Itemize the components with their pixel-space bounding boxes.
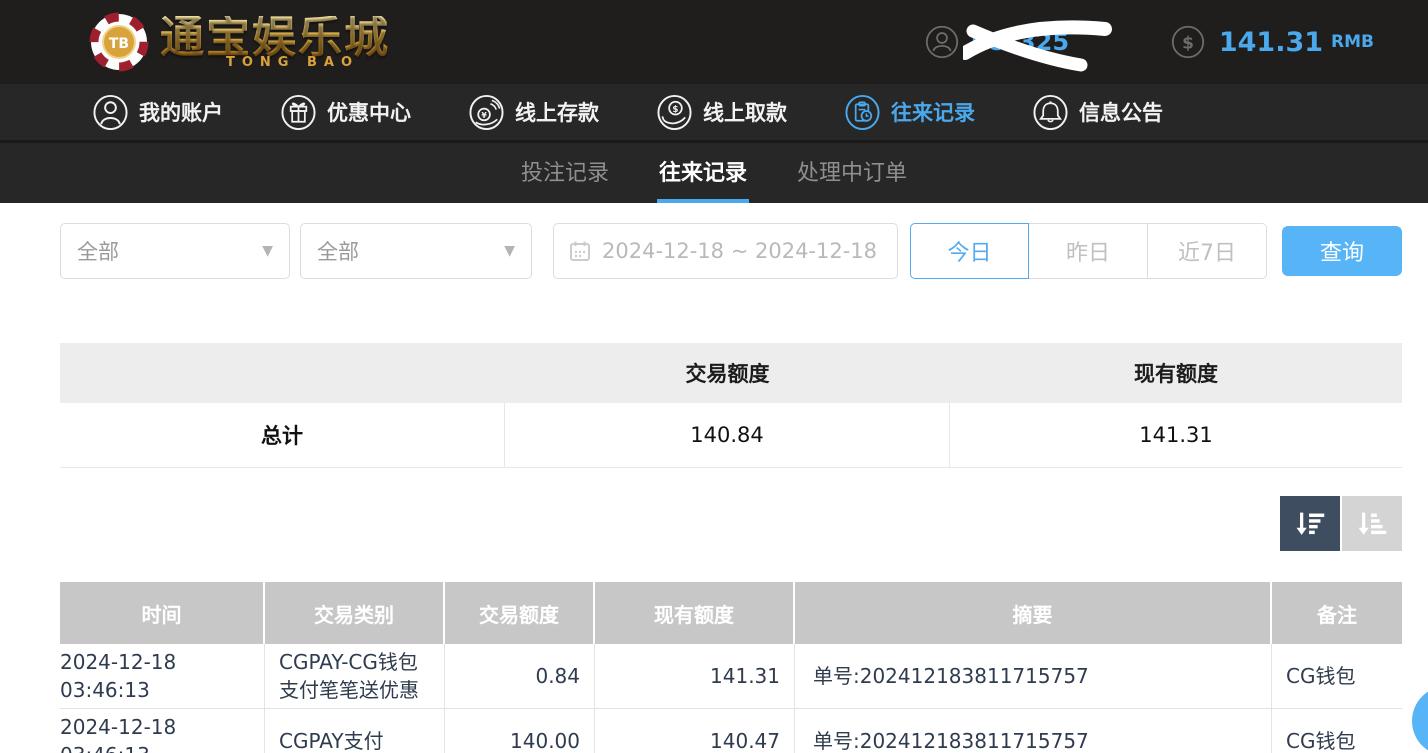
cell-summary: 单号:202412183811715757 [795,644,1272,708]
summary-header-empty [60,343,505,403]
quick-date-group: 今日 昨日 近7日 [910,223,1267,279]
tab-betting-records[interactable]: 投注记录 [519,143,611,203]
cell-category: CGPAY-CG钱包支付笔笔送优惠 [265,644,445,708]
quick-btn-today[interactable]: 今日 [910,223,1029,279]
transactions-table: 时间 交易类别 交易额度 现有额度 摘要 备注 2024-12-18 03:46… [60,582,1402,753]
nav-item-my-account[interactable]: 我的账户 [92,94,223,131]
user-avatar-icon [925,25,959,59]
nav-item-announcements[interactable]: 信息公告 [1032,94,1163,131]
chevron-down-icon: ▼ [504,243,515,259]
query-button[interactable]: 查询 [1282,226,1402,276]
brand-subtitle: TONG BAO [226,56,390,69]
cell-time: 2024-12-18 03:46:13 [60,709,265,753]
summary-total-label: 总计 [60,403,505,467]
sort-ascending-icon [1353,505,1391,543]
cell-current-amount: 140.47 [595,709,795,753]
type-select-value: 全部 [77,236,119,266]
nav-item-withdraw[interactable]: $ 线上取款 [656,94,787,131]
type-select[interactable]: 全部 ▼ [60,223,290,279]
withdraw-icon: $ [656,94,693,131]
table-row: 2024-12-18 03:46:13 CGPAY支付 140.00 140.4… [60,709,1402,753]
customer-service-button[interactable] [1412,686,1428,753]
summary-current-total: 141.31 [950,403,1402,467]
balance-display[interactable]: $ 141.31 RMB [1171,25,1374,59]
top-header: TB 通宝娱乐城 TONG BAO bc7325 $ 141.31 [0,0,1428,84]
summary-total-row: 总计 140.84 141.31 [60,403,1402,468]
summary-header-row: 交易额度 现有额度 [60,343,1402,403]
main-nav: 我的账户 优惠中心 ¥ 线上存款 $ 线上取款 [0,84,1428,143]
svg-text:$: $ [672,105,678,115]
deposit-icon: ¥ [468,94,505,131]
nav-item-deposit[interactable]: ¥ 线上存款 [468,94,599,131]
col-header-category: 交易类别 [265,582,445,644]
quick-btn-last7days[interactable]: 近7日 [1148,223,1267,279]
col-header-note: 备注 [1272,582,1402,644]
records-icon [844,94,881,131]
col-header-current-amount: 现有额度 [595,582,795,644]
date-range-value: 2024-12-18 ~ 2024-12-18 [602,239,877,263]
svg-text:¥: ¥ [481,110,487,119]
casino-chip-icon: TB [88,11,150,73]
nav-label: 线上存款 [515,97,599,127]
sort-descending-icon [1291,505,1329,543]
sort-controls [60,496,1402,551]
gift-icon [280,94,317,131]
cell-note: CG钱包 [1272,709,1402,753]
filter-row: 全部 ▼ 全部 ▼ 2024-12-18 ~ 2024-12-18 今日 昨日 … [60,223,1402,279]
dollar-coin-icon: $ [1171,25,1205,59]
col-header-time: 时间 [60,582,265,644]
cell-note: CG钱包 [1272,644,1402,708]
cell-time: 2024-12-18 03:46:13 [60,644,265,708]
date-range-input[interactable]: 2024-12-18 ~ 2024-12-18 [553,223,898,279]
tab-pending-orders[interactable]: 处理中订单 [795,143,909,203]
category-select[interactable]: 全部 ▼ [300,223,532,279]
cell-transaction-amount: 140.00 [445,709,595,753]
chevron-down-icon: ▼ [262,243,273,259]
table-header-row: 时间 交易类别 交易额度 现有额度 摘要 备注 [60,582,1402,644]
brand-name: 通宝娱乐城 [160,16,390,60]
summary-table: 交易额度 现有额度 总计 140.84 141.31 [60,343,1402,468]
brand-logo[interactable]: TB 通宝娱乐城 TONG BAO [88,11,390,73]
summary-transaction-total: 140.84 [505,403,950,467]
sort-descending-button[interactable] [1280,496,1340,551]
nav-label: 我的账户 [139,97,223,127]
summary-header-transaction: 交易额度 [505,343,950,403]
user-icon [92,94,129,131]
cell-transaction-amount: 0.84 [445,644,595,708]
col-header-summary: 摘要 [795,582,1272,644]
table-row: 2024-12-18 03:46:13 CGPAY-CG钱包支付笔笔送优惠 0.… [60,644,1402,709]
category-select-value: 全部 [317,236,359,266]
account-user[interactable]: bc7325 [925,25,1101,59]
calendar-icon [568,239,592,263]
summary-header-current: 现有额度 [950,343,1402,403]
nav-item-transaction-records[interactable]: 往来记录 [844,94,975,131]
balance-currency: RMB [1331,32,1374,52]
svg-text:TB: TB [109,36,129,52]
col-header-transaction-amount: 交易额度 [445,582,595,644]
bell-icon [1032,94,1069,131]
quick-btn-yesterday[interactable]: 昨日 [1029,223,1148,279]
cell-current-amount: 141.31 [595,644,795,708]
nav-item-promotions[interactable]: 优惠中心 [280,94,411,131]
nav-label: 优惠中心 [327,97,411,127]
username-text: bc7325 [971,28,1101,56]
nav-label: 往来记录 [891,97,975,127]
sort-ascending-button[interactable] [1342,496,1402,551]
sub-nav: 投注记录 往来记录 处理中订单 [0,143,1428,203]
nav-label: 线上取款 [703,97,787,127]
cell-summary: 单号:202412183811715757 [795,709,1272,753]
nav-label: 信息公告 [1079,97,1163,127]
svg-text:$: $ [1182,33,1194,53]
cell-category: CGPAY支付 [265,709,445,753]
balance-amount: 141.31 [1219,27,1323,58]
tab-transaction-records[interactable]: 往来记录 [657,143,749,203]
